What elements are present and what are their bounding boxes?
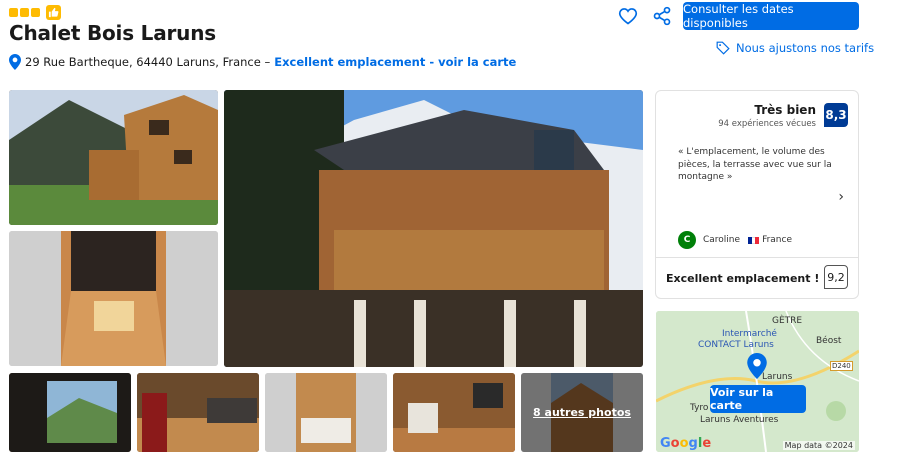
- check-availability-button[interactable]: Consulter les dates disponibles: [683, 2, 859, 30]
- share-icon[interactable]: [652, 6, 672, 26]
- reviewer: C Caroline France: [678, 231, 792, 249]
- price-match-label: Nous ajustons nos tarifs: [736, 41, 875, 55]
- star-icon: [9, 8, 18, 17]
- gallery-photo-2[interactable]: [9, 231, 218, 366]
- map-attribution: Map data ©2024: [782, 441, 855, 450]
- gallery-thumb-2[interactable]: [137, 373, 259, 452]
- review-score-badge: 8,3: [824, 103, 848, 127]
- map-label-getre: GÈTRE: [772, 316, 803, 326]
- location-score-badge: 9,2: [824, 265, 848, 289]
- gallery-photo-main[interactable]: [224, 90, 643, 367]
- price-match-link[interactable]: Nous ajustons nos tarifs: [716, 41, 874, 55]
- heart-icon[interactable]: [618, 6, 638, 26]
- review-count[interactable]: 94 expériences vécues: [718, 119, 816, 129]
- review-summary-card: Très bien 94 expériences vécues 8,3 « L'…: [655, 90, 859, 299]
- gallery-thumb-4[interactable]: [393, 373, 515, 452]
- page-title: Chalet Bois Laruns: [9, 21, 216, 45]
- map-label-contact: CONTACT Laruns: [698, 340, 774, 350]
- divider: [656, 257, 858, 258]
- star-rating: [9, 5, 61, 20]
- map-label-road: D240: [830, 361, 853, 371]
- map-label-aventures: Laruns Aventures: [700, 415, 779, 425]
- header-actions: [618, 6, 672, 26]
- gallery-thumb-1[interactable]: [9, 373, 131, 452]
- location-rating-label: Excellent emplacement !: [666, 272, 820, 285]
- star-icon: [20, 8, 29, 17]
- gallery-thumb-more[interactable]: 8 autres photos: [521, 373, 643, 452]
- star-icon: [31, 8, 40, 17]
- google-logo: Google: [660, 436, 712, 451]
- gallery-photo-1[interactable]: [9, 90, 218, 225]
- map-label-intermarche: Intermarché: [722, 329, 777, 339]
- location-map[interactable]: GÈTRE Intermarché CONTACT Laruns Béost D…: [656, 311, 859, 452]
- location-map-link[interactable]: Excellent emplacement - voir la carte: [274, 55, 516, 69]
- reviewer-name: Caroline: [703, 235, 741, 245]
- avatar: C: [678, 231, 696, 249]
- tag-icon: [716, 41, 730, 55]
- gallery-thumb-3[interactable]: [265, 373, 387, 452]
- review-label: Très bien: [754, 103, 816, 117]
- address-line: 29 Rue Bartheque, 64440 Laruns, France –…: [9, 54, 516, 70]
- chevron-right-icon[interactable]: ›: [838, 189, 844, 205]
- map-label-beost: Béost: [816, 336, 842, 346]
- view-map-button[interactable]: Voir sur la carte: [710, 385, 806, 413]
- thumbs-up-icon: [46, 5, 61, 20]
- more-photos-link[interactable]: 8 autres photos: [521, 373, 643, 452]
- france-flag-icon: [748, 236, 760, 244]
- map-pin-icon: [747, 353, 767, 379]
- map-label-tyro: Tyro: [690, 403, 709, 413]
- address-text: 29 Rue Bartheque, 64440 Laruns, France –: [25, 55, 271, 69]
- review-quote: « L'emplacement, le volume des pièces, l…: [678, 147, 832, 182]
- reviewer-country: France: [762, 235, 792, 245]
- map-pin-icon: [9, 54, 21, 70]
